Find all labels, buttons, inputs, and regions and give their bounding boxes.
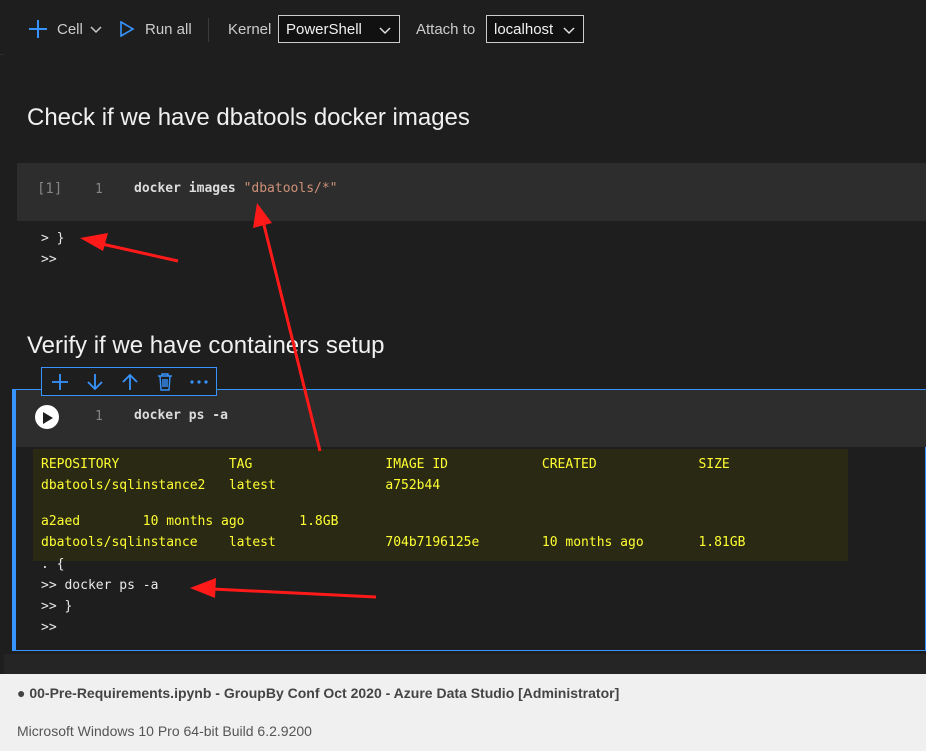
notebook-toolbar: Cell Run all Kernel PowerShell Attach to… xyxy=(0,0,926,55)
kernel-value: PowerShell xyxy=(286,20,362,38)
output-line: . { xyxy=(41,557,65,572)
attach-to-label: Attach to xyxy=(416,20,476,38)
output-table-block: REPOSITORY TAG IMAGE ID CREATED SIZE dba… xyxy=(33,449,848,561)
play-icon xyxy=(119,20,135,38)
chevron-down-icon xyxy=(379,23,391,40)
move-down-icon[interactable] xyxy=(84,372,106,392)
cell-label: Cell xyxy=(57,20,83,38)
code-string: "dbatools/*" xyxy=(243,181,338,196)
output-line: >> xyxy=(41,252,57,267)
table-row: a2aed 10 months ago 1.8GB xyxy=(41,514,339,529)
cell-toolbar xyxy=(41,367,217,396)
markdown-heading-2: Verify if we have containers setup xyxy=(27,332,385,359)
os-info: Microsoft Windows 10 Pro 64-bit Build 6.… xyxy=(17,723,312,739)
table-row: dbatools/sqlinstance latest 704b7196125e… xyxy=(41,535,746,550)
run-all-label: Run all xyxy=(145,20,192,38)
play-icon xyxy=(43,411,53,429)
move-up-icon[interactable] xyxy=(119,372,141,392)
run-cell-button[interactable] xyxy=(35,405,59,429)
output-line: >> } xyxy=(41,599,73,614)
window-title: ● 00-Pre-Requirements.ipynb - GroupBy Co… xyxy=(17,685,620,701)
line-number: 1 xyxy=(95,409,103,424)
markdown-heading-1: Check if we have dbatools docker images xyxy=(27,104,470,131)
delete-icon[interactable] xyxy=(154,372,176,392)
tab-strip-remnant xyxy=(20,0,220,4)
code-line[interactable]: docker images "dbatools/*" xyxy=(134,181,338,196)
chevron-down-icon xyxy=(90,21,102,38)
output-line: >> docker ps -a xyxy=(41,578,159,593)
add-cell-button[interactable]: Cell xyxy=(28,14,102,44)
execution-count: [1] xyxy=(37,181,63,197)
line-number: 1 xyxy=(95,182,103,197)
more-actions-icon[interactable] xyxy=(188,372,210,392)
kernel-select[interactable]: PowerShell xyxy=(278,15,400,43)
attach-to-select[interactable]: localhost xyxy=(486,15,584,43)
code-command: docker images xyxy=(134,181,244,196)
window-info-bar: ● 00-Pre-Requirements.ipynb - GroupBy Co… xyxy=(0,674,926,751)
run-all-button[interactable]: Run all xyxy=(119,14,192,44)
output-line: > } xyxy=(41,231,65,246)
attach-to-value: localhost xyxy=(494,20,554,38)
plus-icon xyxy=(28,19,48,39)
kernel-label: Kernel xyxy=(228,20,272,38)
chevron-down-icon xyxy=(563,23,575,40)
toolbar-divider xyxy=(208,18,209,42)
code-line[interactable]: docker ps -a xyxy=(134,408,228,423)
output-line: >> xyxy=(41,620,57,635)
table-row: dbatools/sqlinstance2 latest a752b44 xyxy=(41,478,441,493)
table-header-row: REPOSITORY TAG IMAGE ID CREATED SIZE xyxy=(41,457,730,472)
add-cell-icon[interactable] xyxy=(49,372,71,392)
